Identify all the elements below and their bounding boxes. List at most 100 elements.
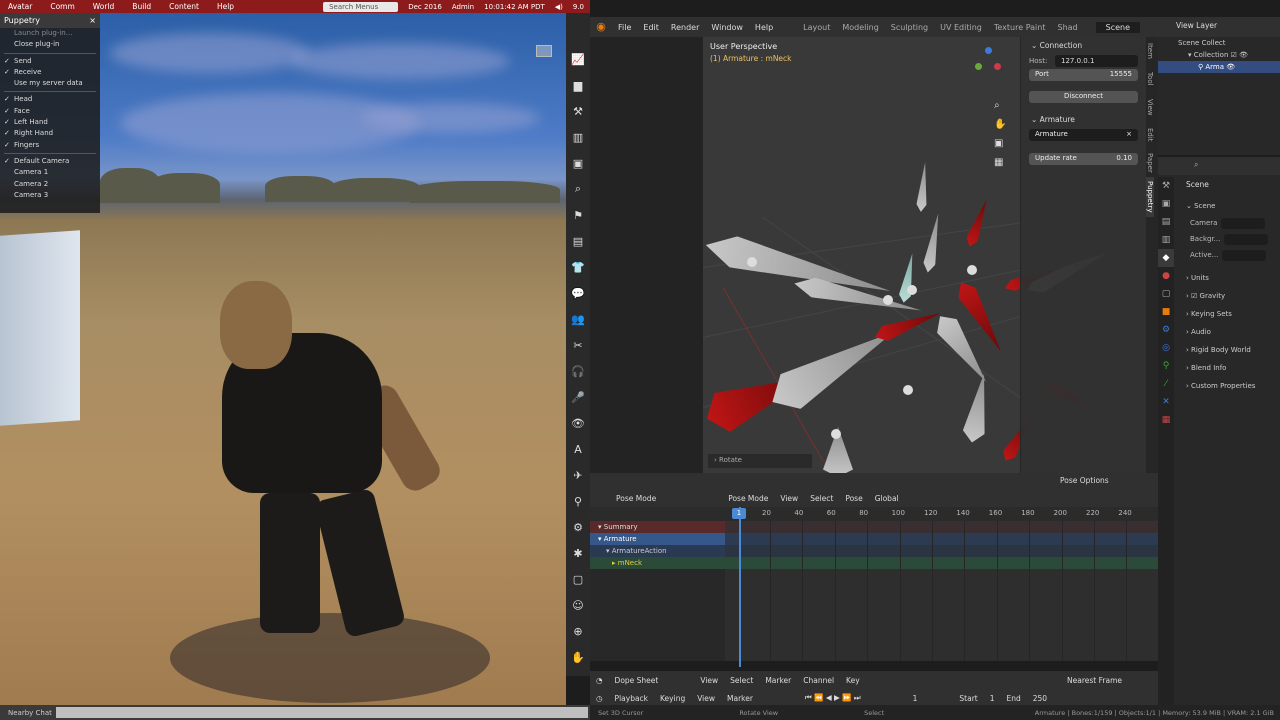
panel-audio[interactable]: › Audio — [1174, 323, 1280, 341]
move-icon[interactable]: ✂ — [566, 332, 590, 358]
armature-section-header[interactable]: ⌄ Armature — [1021, 111, 1146, 127]
expand-view-button[interactable] — [536, 45, 552, 57]
chart-icon[interactable]: 📈 — [566, 46, 590, 72]
bone-selected-mneck[interactable] — [898, 252, 919, 303]
workspace-texture-paint[interactable]: Texture Paint — [988, 23, 1052, 32]
tab-paper[interactable]: Paper — [1146, 149, 1154, 177]
menu-select[interactable]: Select — [724, 676, 759, 685]
menu-marker[interactable]: Marker — [721, 694, 759, 703]
bone[interactable] — [961, 372, 995, 445]
bone[interactable] — [916, 162, 930, 213]
scene-selector[interactable]: Scene — [1095, 21, 1141, 33]
collection-icon[interactable]: ▢ — [1158, 285, 1174, 303]
start-field[interactable]: 1 — [984, 694, 1001, 703]
field-value[interactable] — [1224, 233, 1269, 245]
menu-view[interactable]: View — [774, 494, 804, 503]
port-field[interactable]: Port 15555 — [1029, 69, 1138, 81]
zoom-icon[interactable]: ⌕ — [994, 100, 1000, 111]
current-frame-field[interactable]: 1 — [907, 694, 924, 703]
menu-marker[interactable]: Marker — [759, 676, 797, 685]
panel-custom-properties[interactable]: › Custom Properties — [1174, 377, 1280, 395]
menu-file[interactable]: File — [612, 23, 637, 32]
menu-view[interactable]: View — [694, 676, 724, 685]
menu-help[interactable]: Help — [209, 2, 244, 11]
menu-channel[interactable]: Channel — [797, 676, 840, 685]
user-label[interactable]: Admin — [452, 3, 474, 11]
object-icon[interactable]: ■ — [1158, 303, 1174, 321]
menu-render[interactable]: Render — [665, 23, 705, 32]
playhead[interactable] — [739, 507, 741, 667]
walk-icon[interactable]: ⚲ — [566, 488, 590, 514]
menu-help[interactable]: Help — [749, 23, 779, 32]
playback-controls[interactable]: ⏮ ⏪ ◀ ▶ ⏩ ⏭ — [799, 693, 867, 703]
panel-units[interactable]: › Units — [1174, 269, 1280, 287]
search-icon[interactable]: ⌕ — [1194, 160, 1198, 170]
map-icon[interactable]: ▥ — [566, 124, 590, 150]
channel-summary[interactable]: ▾ Summary — [590, 521, 725, 533]
menu-edit[interactable]: Edit — [637, 23, 665, 32]
tab-tool[interactable]: Tool — [1146, 65, 1154, 93]
dopesheet-mode-dropdown[interactable]: Dope Sheet — [609, 676, 665, 685]
tool-icon[interactable]: ⚒ — [1158, 177, 1174, 195]
view-layer-icon[interactable]: ▥ — [1158, 231, 1174, 249]
puppetry-item[interactable]: Use my server data — [0, 78, 100, 89]
armature-selector[interactable]: Armature × — [1029, 129, 1138, 141]
connection-section-header[interactable]: ⌄ Connection — [1021, 37, 1146, 53]
puppetry-item[interactable]: Close plug-in — [0, 39, 100, 50]
avatar-head[interactable] — [220, 281, 292, 369]
output-icon[interactable]: ▤ — [1158, 213, 1174, 231]
pose-mode-dropdown-2[interactable]: Pose Mode — [722, 494, 774, 503]
camera-view-icon[interactable]: ▣ — [994, 138, 1003, 149]
menu-keying[interactable]: Keying — [654, 694, 691, 703]
snap-mode-dropdown[interactable]: Nearest Frame — [1061, 676, 1128, 685]
menu-pose[interactable]: Pose — [839, 494, 868, 503]
voice-icon[interactable]: 🎤 — [566, 384, 590, 410]
clock-icon[interactable]: ◷ — [590, 694, 609, 703]
tools-icon[interactable]: ⚑ — [566, 202, 590, 228]
channel-armature[interactable]: ▾ Armature — [590, 533, 725, 545]
blender-logo-icon[interactable]: ◉ — [594, 20, 608, 34]
world-icon[interactable]: ● — [1158, 267, 1174, 285]
people-icon[interactable]: 👥 — [566, 306, 590, 332]
menu-window[interactable]: Window — [705, 23, 749, 32]
menu-world[interactable]: World — [85, 2, 125, 11]
appearance-icon[interactable]: A — [566, 436, 590, 462]
update-rate-field[interactable]: Update rate 0.10 — [1029, 153, 1138, 165]
active-clip-field[interactable]: Active... — [1174, 247, 1280, 263]
avatar-icon[interactable]: ☺ — [566, 592, 590, 618]
panel-gravity[interactable]: › ☑ Gravity — [1174, 287, 1280, 305]
menu-content[interactable]: Content — [161, 2, 209, 11]
hand-icon[interactable]: ✋ — [566, 644, 590, 670]
tab-view[interactable]: View — [1146, 93, 1154, 121]
headset-icon[interactable]: 🎧 — [566, 358, 590, 384]
puppetry-item[interactable]: ✓ Receive — [0, 67, 100, 78]
z-axis-icon[interactable] — [985, 47, 992, 54]
background-field[interactable]: Backgr... — [1174, 231, 1280, 247]
render-icon[interactable]: ▣ — [1158, 195, 1174, 213]
menu-comm[interactable]: Comm — [42, 2, 84, 11]
workspace-sculpting[interactable]: Sculpting — [885, 23, 934, 32]
inventory-icon[interactable]: ▤ — [566, 228, 590, 254]
puppetry-item[interactable]: ✓ Face — [0, 106, 100, 117]
editor-type-icon[interactable]: ◔ — [590, 676, 609, 685]
last-operator-panel[interactable]: › Rotate — [708, 454, 812, 468]
puppetry-item[interactable]: ✓ Default Camera — [0, 156, 100, 167]
puppetry-item[interactable]: Camera 3 — [0, 190, 100, 201]
menu-select[interactable]: Select — [804, 494, 839, 503]
search-icon[interactable]: ⌕ — [566, 176, 590, 202]
clear-icon[interactable]: × — [1126, 130, 1132, 140]
scene-icon[interactable]: ◆ — [1158, 249, 1174, 267]
x-axis-icon[interactable] — [994, 63, 1001, 70]
panel-keying-sets[interactable]: › Keying Sets — [1174, 305, 1280, 323]
armature-data-icon[interactable]: ⚲ — [1158, 357, 1174, 375]
puppetry-item[interactable]: Launch plug-in... — [0, 28, 100, 39]
transform-orientation-dropdown[interactable]: Global — [869, 494, 905, 503]
bone[interactable] — [922, 212, 944, 273]
tab-item[interactable]: Item — [1146, 37, 1154, 65]
channel-action[interactable]: ▾ ArmatureAction — [590, 545, 725, 557]
ortho-grid-icon[interactable]: ▦ — [994, 157, 1003, 168]
modifiers-icon[interactable]: ⚙ — [1158, 321, 1174, 339]
puppetry-item[interactable]: ✓ Send — [0, 56, 100, 67]
channel-mneck[interactable]: ▸ mNeck — [590, 557, 725, 569]
tab-edit[interactable]: Edit — [1146, 121, 1154, 149]
